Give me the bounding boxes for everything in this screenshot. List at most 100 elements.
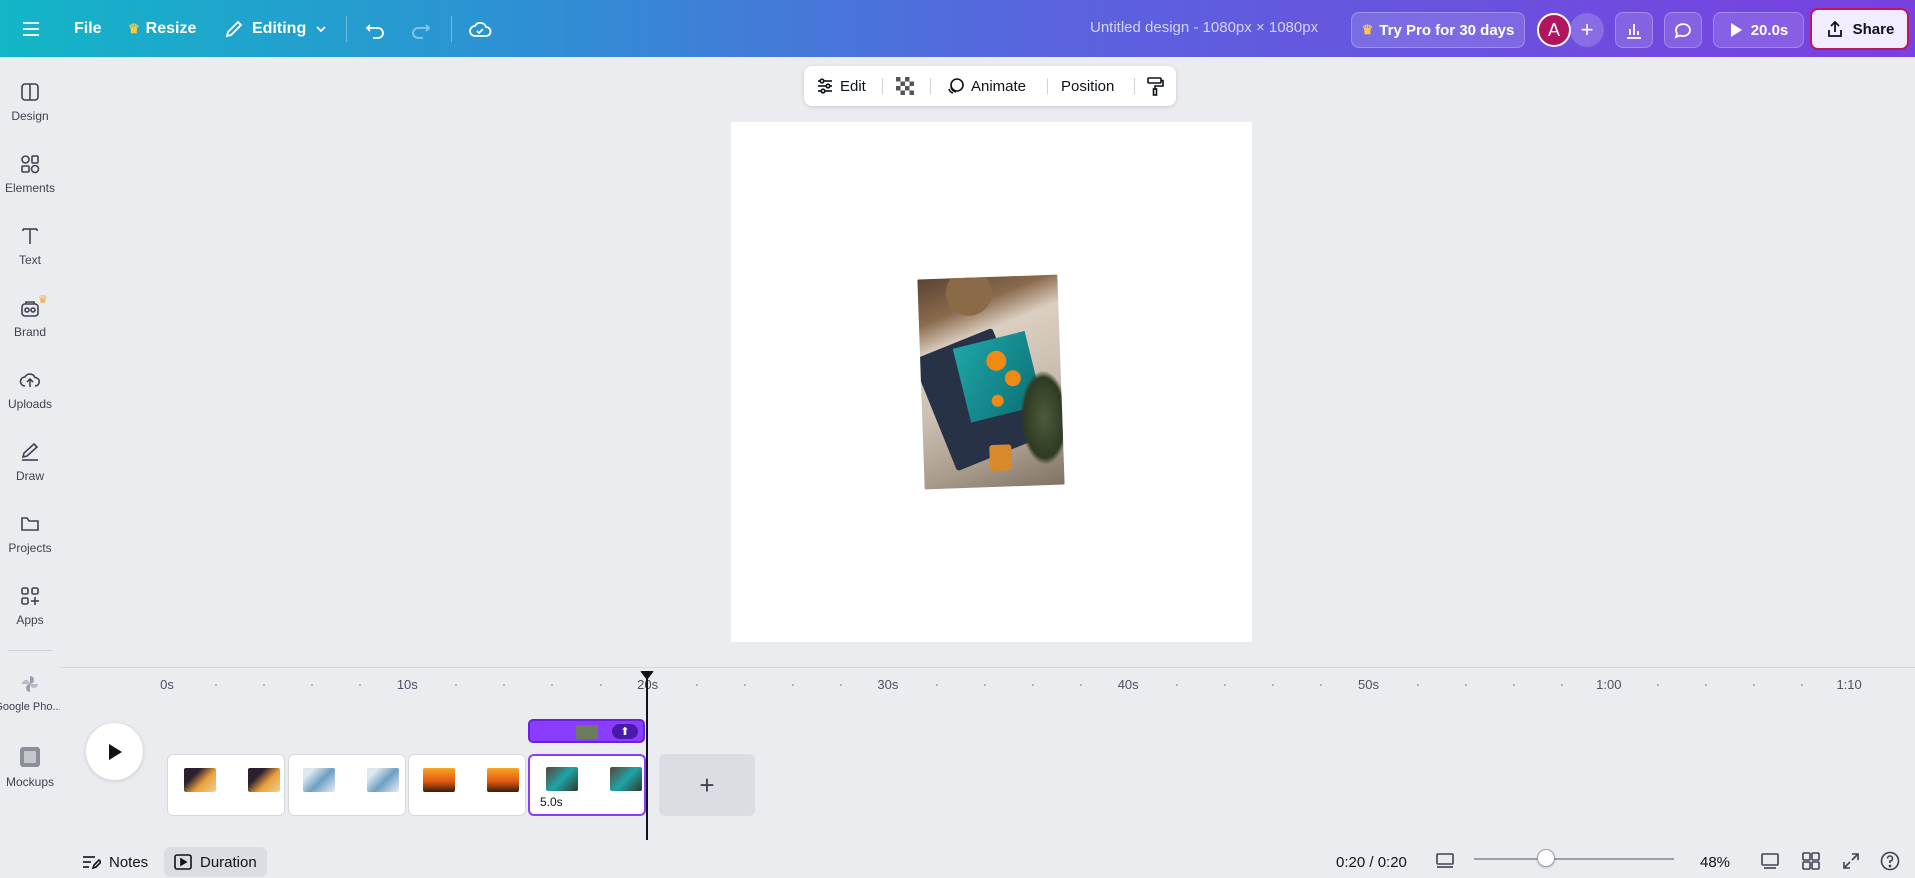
playhead[interactable] — [646, 672, 648, 840]
redo-icon — [412, 24, 431, 39]
sidebar-item-label: Projects — [8, 541, 52, 555]
notes-button[interactable]: Notes — [81, 847, 148, 877]
undo-button[interactable] — [364, 12, 386, 46]
toolbar-divider — [882, 78, 883, 94]
sidebar-item-uploads[interactable]: Uploads — [0, 369, 60, 429]
transparency-button[interactable] — [896, 66, 914, 106]
editing-label: Editing — [252, 20, 307, 37]
top-bar: File ♛ Resize Editing Untitled design - … — [0, 0, 1915, 57]
clip-duration-label: 5.0s — [540, 795, 563, 809]
cloud-upload-icon — [19, 373, 41, 387]
redo-button[interactable] — [410, 12, 432, 46]
play-icon — [108, 743, 122, 760]
play-icon — [1730, 23, 1742, 37]
time-readout: 0:20 / 0:20 — [1336, 853, 1407, 871]
ruler-tick — [1656, 684, 1659, 686]
ruler-tick — [551, 684, 554, 686]
zoom-slider-track[interactable] — [1474, 858, 1674, 860]
ruler-label: 30s — [877, 677, 899, 692]
ruler-tick — [1272, 684, 1275, 686]
ruler-label: 1:10 — [1836, 677, 1862, 692]
audio-track[interactable]: ⬆ — [528, 719, 645, 743]
zoom-slider-thumb[interactable] — [1537, 849, 1555, 867]
crown-icon: ♛ — [1361, 22, 1374, 37]
ruler-tick — [359, 684, 362, 686]
invite-button[interactable]: + — [1570, 13, 1604, 47]
toolbar-divider — [930, 78, 931, 94]
undo-icon — [365, 24, 384, 39]
sidebar-item-mockups[interactable]: Mockups — [0, 745, 60, 805]
ruler-tick — [263, 684, 266, 686]
ruler-tick — [839, 684, 842, 686]
try-pro-button[interactable]: ♛ Try Pro for 30 days — [1351, 12, 1525, 48]
comment-icon — [1674, 23, 1691, 39]
insights-button[interactable] — [1615, 12, 1653, 48]
timeline-clip-4-selected[interactable]: 5.0s — [528, 754, 646, 816]
grid-view-button[interactable] — [1798, 848, 1824, 874]
position-button[interactable]: Position — [1061, 66, 1114, 106]
help-icon — [1880, 851, 1900, 871]
add-page-button[interactable]: + — [659, 754, 755, 816]
present-button[interactable]: 20.0s — [1713, 12, 1804, 48]
shapes-icon — [21, 155, 40, 174]
page-view-button[interactable] — [1432, 848, 1458, 874]
avatar[interactable]: A — [1537, 13, 1571, 47]
ruler-tick — [215, 684, 218, 686]
chevron-down-icon — [316, 26, 326, 33]
crown-icon: ♛ — [38, 294, 48, 306]
selected-photo-element[interactable] — [917, 274, 1065, 490]
upload-arrow-icon: ⬆ — [612, 724, 638, 739]
document-title[interactable]: Untitled design - 1080px × 1080px — [1090, 19, 1318, 36]
fullscreen-button[interactable] — [1838, 848, 1864, 874]
ruler-tick — [1464, 684, 1467, 686]
clip-thumbnail — [610, 767, 642, 791]
photo-detail — [989, 444, 1013, 472]
sidebar-item-text[interactable]: Text — [0, 225, 60, 285]
file-menu-button[interactable]: File — [74, 12, 102, 46]
timeline-play-button[interactable] — [86, 723, 143, 780]
transparency-checker-icon — [896, 77, 914, 95]
animate-icon — [948, 78, 964, 94]
share-button[interactable]: Share — [1810, 8, 1909, 50]
resize-button[interactable]: ♛ Resize — [128, 12, 196, 46]
ruler-tick — [1224, 684, 1227, 686]
cloud-save-status[interactable] — [468, 12, 492, 46]
timeline-clip-2[interactable] — [288, 754, 406, 816]
file-label: File — [74, 20, 102, 37]
menu-icon[interactable] — [20, 12, 42, 46]
timeline-clip-3[interactable] — [408, 754, 526, 816]
sidebar-item-google-photos[interactable]: Google Pho... — [0, 673, 60, 733]
duration-button[interactable]: Duration — [164, 847, 267, 877]
zoom-level[interactable]: 48% — [1700, 847, 1730, 877]
sidebar-item-label: Mockups — [5, 775, 55, 789]
sidebar-item-draw[interactable]: Draw — [0, 441, 60, 501]
sidebar-item-elements[interactable]: Elements — [0, 153, 60, 213]
sidebar-item-label: Draw — [15, 469, 44, 483]
timeline-clip-1[interactable] — [167, 754, 285, 816]
folder-icon — [21, 517, 39, 531]
ruler-tick — [311, 684, 314, 686]
ruler-tick — [1320, 684, 1323, 686]
ruler-tick — [1704, 684, 1707, 686]
grid-view-icon — [1802, 852, 1820, 870]
cloud-check-icon — [469, 21, 492, 37]
ruler-tick — [984, 684, 987, 686]
layout-icon — [21, 83, 39, 101]
sidebar-item-projects[interactable]: Projects — [0, 513, 60, 573]
resize-label: Resize — [145, 20, 197, 37]
comments-button[interactable] — [1664, 12, 1702, 48]
sidebar-item-apps[interactable]: Apps — [0, 585, 60, 645]
copy-style-button[interactable] — [1146, 66, 1164, 106]
ruler-label: 50s — [1358, 677, 1379, 692]
ruler-tick — [1416, 684, 1419, 686]
sidebar-item-brand[interactable]: Brand ♛ — [0, 294, 60, 357]
pages-view-button[interactable] — [1757, 848, 1783, 874]
editing-mode-button[interactable]: Editing — [224, 12, 328, 46]
sidebar-item-design[interactable]: Design — [0, 81, 60, 141]
left-sidebar: Design Elements Text Brand ♛ Uploads Dra… — [0, 57, 60, 878]
help-button[interactable] — [1877, 848, 1903, 874]
animate-button[interactable]: Animate — [947, 66, 1026, 106]
try-pro-label: Try Pro for 30 days — [1379, 21, 1515, 39]
edit-image-button[interactable]: Edit — [816, 66, 866, 106]
ruler-label: 40s — [1117, 677, 1139, 692]
